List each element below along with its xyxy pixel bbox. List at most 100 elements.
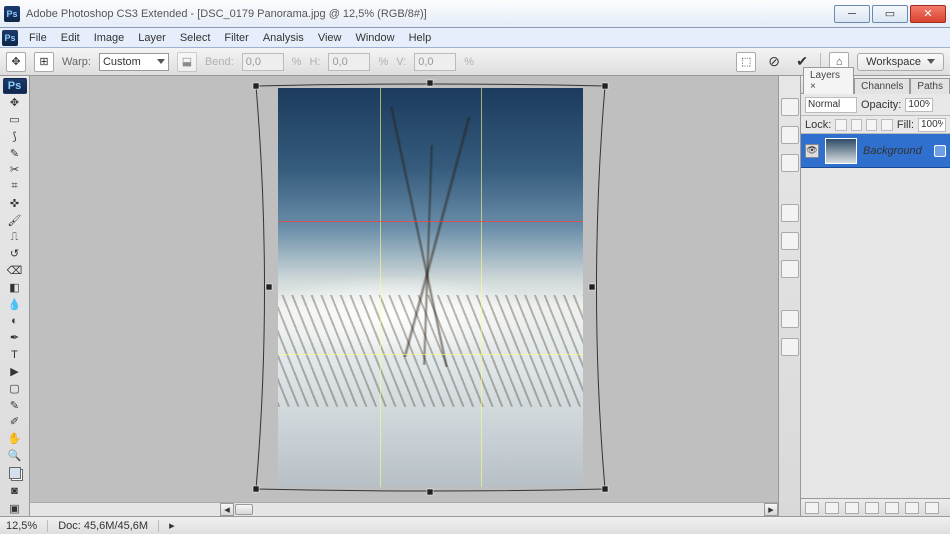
hand-tool[interactable]: ✋ xyxy=(3,431,27,447)
marquee-tool[interactable]: ▭ xyxy=(3,112,27,128)
layer-lock-row: Lock: Fill: xyxy=(801,116,950,134)
horizontal-scrollbar[interactable]: ◂ ▸ xyxy=(30,502,778,516)
menu-select[interactable]: Select xyxy=(173,30,218,46)
scroll-right-arrow-icon[interactable]: ▸ xyxy=(764,503,778,516)
warp-label: Warp: xyxy=(62,56,91,68)
warp-grid-icon[interactable]: ⊞ xyxy=(34,52,54,72)
menu-image[interactable]: Image xyxy=(87,30,132,46)
new-layer-icon[interactable] xyxy=(905,502,919,514)
layer-blend-row: Opacity: xyxy=(801,94,950,116)
shape-tool[interactable]: ▢ xyxy=(3,380,27,396)
bend-input[interactable] xyxy=(242,53,284,71)
history-brush-tool[interactable]: ↺ xyxy=(3,246,27,262)
status-menu-icon[interactable]: ▸ xyxy=(169,519,175,532)
h-input[interactable] xyxy=(328,53,370,71)
menu-layer[interactable]: Layer xyxy=(131,30,173,46)
layer-fx-icon[interactable] xyxy=(825,502,839,514)
color-swatches[interactable] xyxy=(3,464,27,482)
document-image xyxy=(278,88,583,487)
menu-view[interactable]: View xyxy=(311,30,349,46)
v-input[interactable] xyxy=(414,53,456,71)
workspace-label: Workspace xyxy=(866,56,921,68)
canvas[interactable]: ◂ ▸ xyxy=(30,76,778,516)
zoom-tool[interactable]: 🔍 xyxy=(3,448,27,464)
crop-tool[interactable]: ✂ xyxy=(3,162,27,178)
lock-all-icon[interactable] xyxy=(881,119,892,131)
lock-pixels-icon[interactable] xyxy=(851,119,862,131)
layers-panel: Layers × Channels Paths Opacity: Lock: F… xyxy=(800,76,950,516)
maximize-button[interactable]: ▭ xyxy=(872,5,908,23)
warp-preset-value: Custom xyxy=(103,56,141,68)
path-select-tool[interactable]: ▶ xyxy=(3,364,27,380)
adjustment-layer-icon[interactable] xyxy=(865,502,879,514)
switch-freewarp-icon[interactable]: ⬚ xyxy=(736,52,756,72)
layer-group-icon[interactable] xyxy=(885,502,899,514)
layers-footer xyxy=(801,498,950,516)
quick-select-tool[interactable]: ✎ xyxy=(3,145,27,161)
quick-mask-icon[interactable]: ◙ xyxy=(3,483,27,499)
layer-mask-icon[interactable] xyxy=(845,502,859,514)
tab-layers[interactable]: Layers × xyxy=(803,67,854,94)
link-layers-icon[interactable] xyxy=(805,502,819,514)
minimize-button[interactable]: ─ xyxy=(834,5,870,23)
zoom-level[interactable]: 12,5% xyxy=(6,520,48,532)
gradient-tool[interactable]: ◧ xyxy=(3,280,27,296)
histogram-panel-icon[interactable] xyxy=(781,126,799,144)
menu-help[interactable]: Help xyxy=(402,30,439,46)
lock-position-icon[interactable] xyxy=(866,119,877,131)
warp-orientation-icon[interactable]: ⬓ xyxy=(177,52,197,72)
swatches-panel-icon[interactable] xyxy=(781,232,799,250)
layer-row[interactable]: 👁 Background xyxy=(801,134,950,168)
transform-ref-icon[interactable]: ✥ xyxy=(6,52,26,72)
scroll-thumb[interactable] xyxy=(235,504,253,515)
eyedropper-tool[interactable]: ✐ xyxy=(3,414,27,430)
pen-tool[interactable]: ✒ xyxy=(3,330,27,346)
slice-tool[interactable]: ⌗ xyxy=(3,179,27,195)
layer-thumbnail[interactable] xyxy=(825,138,857,164)
doc-size[interactable]: Doc: 45,6M/45,6M xyxy=(58,520,159,532)
tab-paths[interactable]: Paths xyxy=(910,78,950,94)
eraser-tool[interactable]: ⌫ xyxy=(3,263,27,279)
layer-name[interactable]: Background xyxy=(863,145,922,157)
cancel-transform-icon[interactable]: ⊘ xyxy=(764,52,784,72)
menu-file[interactable]: File xyxy=(22,30,54,46)
styles-panel-icon[interactable] xyxy=(781,260,799,278)
scroll-left-arrow-icon[interactable]: ◂ xyxy=(220,503,234,516)
visibility-eye-icon[interactable]: 👁 xyxy=(805,144,819,158)
type-tool[interactable]: T xyxy=(3,347,27,363)
warp-preset-select[interactable]: Custom xyxy=(99,53,169,71)
navigator-panel-icon[interactable] xyxy=(781,98,799,116)
info-panel-icon[interactable] xyxy=(781,154,799,172)
healing-tool[interactable]: ✜ xyxy=(3,196,27,212)
workspace-switcher[interactable]: Workspace xyxy=(857,53,944,71)
paragraph-panel-icon[interactable] xyxy=(781,338,799,356)
brush-tool[interactable]: 🖌 xyxy=(3,212,27,228)
menu-window[interactable]: Window xyxy=(348,30,401,46)
dodge-tool[interactable]: ◐ xyxy=(3,313,27,329)
character-panel-icon[interactable] xyxy=(781,310,799,328)
lasso-tool[interactable]: ⟆ xyxy=(3,128,27,144)
lock-transparency-icon[interactable] xyxy=(835,119,846,131)
opacity-label: Opacity: xyxy=(861,99,901,111)
layer-lock-icon xyxy=(934,145,946,157)
panel-tabs: Layers × Channels Paths xyxy=(801,76,950,94)
close-button[interactable]: ✕ xyxy=(910,5,946,23)
main-area: Ps ✥ ▭ ⟆ ✎ ✂ ⌗ ✜ 🖌 ⎍ ↺ ⌫ ◧ 💧 ◐ ✒ T ▶ ▢ ✎… xyxy=(0,76,950,516)
v-label: V: xyxy=(396,56,406,68)
menu-edit[interactable]: Edit xyxy=(54,30,87,46)
blend-mode-select[interactable] xyxy=(805,97,857,113)
blur-tool[interactable]: 💧 xyxy=(3,296,27,312)
menu-analysis[interactable]: Analysis xyxy=(256,30,311,46)
notes-tool[interactable]: ✎ xyxy=(3,397,27,413)
fill-input[interactable] xyxy=(918,118,946,132)
delete-layer-icon[interactable] xyxy=(925,502,939,514)
menu-filter[interactable]: Filter xyxy=(217,30,255,46)
stamp-tool[interactable]: ⎍ xyxy=(3,229,27,245)
status-bar: 12,5% Doc: 45,6M/45,6M ▸ xyxy=(0,516,950,534)
screen-mode-icon[interactable]: ▣ xyxy=(3,500,27,516)
move-tool[interactable]: ✥ xyxy=(3,95,27,111)
opacity-input[interactable] xyxy=(905,98,933,112)
tab-channels[interactable]: Channels xyxy=(854,78,910,94)
color-panel-icon[interactable] xyxy=(781,204,799,222)
bend-label: Bend: xyxy=(205,56,234,68)
